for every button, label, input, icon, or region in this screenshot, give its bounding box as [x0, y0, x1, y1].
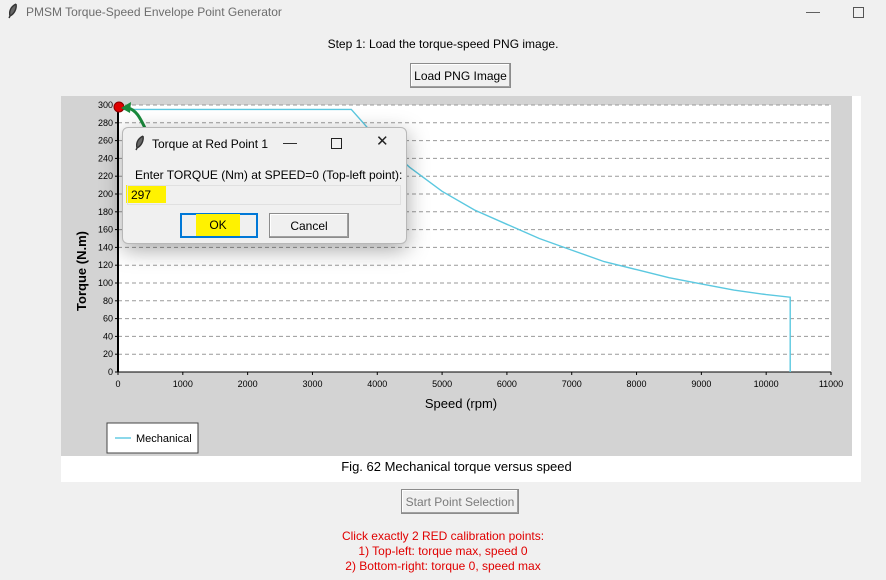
x-tick-label: 5000: [432, 379, 452, 389]
legend: Mechanical: [106, 422, 199, 454]
y-tick-label: 40: [103, 331, 113, 341]
y-tick-label: 200: [98, 189, 113, 199]
x-tick-label: 10000: [754, 379, 779, 389]
x-tick-label: 3000: [302, 379, 322, 389]
legend-label: Mechanical: [136, 433, 192, 445]
dialog-prompt: Enter TORQUE (Nm) at SPEED=0 (Top-left p…: [135, 168, 403, 182]
cancel-button[interactable]: Cancel: [269, 213, 349, 238]
maximize-icon: [852, 7, 864, 18]
torque-dialog: Torque at Red Point 1 — ✕ Enter TORQUE (…: [122, 127, 407, 244]
x-tick-label: 11000: [819, 379, 843, 389]
y-tick-label: 20: [103, 349, 113, 359]
maximize-button[interactable]: [846, 2, 870, 22]
y-tick-label: 120: [98, 260, 113, 270]
x-tick-label: 9000: [691, 379, 711, 389]
feather-icon: [8, 3, 17, 19]
x-axis-label: Speed (rpm): [425, 396, 497, 411]
ok-highlight[interactable]: OK: [196, 214, 240, 236]
instruction-line: 1) Top-left: torque max, speed 0: [358, 544, 528, 558]
y-tick-label: 280: [98, 118, 113, 128]
dialog-close-button[interactable]: ✕: [376, 132, 389, 150]
calibration-instructions: Click exactly 2 RED calibration points: …: [0, 529, 886, 574]
window-title: PMSM Torque-Speed Envelope Point Generat…: [26, 5, 282, 19]
dialog-maximize-button[interactable]: [331, 138, 342, 149]
x-tick-label: 2000: [238, 379, 258, 389]
y-tick-label: 220: [98, 171, 113, 181]
instruction-line: 2) Bottom-right: torque 0, speed max: [345, 559, 541, 573]
x-ticks: 0 1000 2000 3000 4000 5000 6000 7000 8000 9000 100…: [115, 372, 843, 389]
y-tick-label: 180: [98, 207, 113, 217]
y-tick-label: 80: [103, 296, 113, 306]
x-tick-label: 8000: [627, 379, 647, 389]
torque-input[interactable]: [127, 185, 401, 205]
minimize-button[interactable]: —: [801, 2, 825, 22]
calibration-point-marker[interactable]: [113, 101, 125, 113]
x-tick-label: 7000: [562, 379, 582, 389]
instruction-line: Click exactly 2 RED calibration points:: [341, 529, 545, 543]
x-tick-label: 0: [115, 379, 120, 389]
dialog-title: Torque at Red Point 1: [152, 137, 269, 151]
x-tick-label: 1000: [173, 379, 193, 389]
load-png-button[interactable]: Load PNG Image: [410, 63, 511, 88]
y-tick-label: 60: [103, 314, 113, 324]
y-axis-label: Torque (N.m): [74, 231, 89, 311]
y-tick-label: 100: [98, 278, 113, 288]
figure-caption: Fig. 62 Mechanical torque versus speed: [341, 459, 572, 474]
y-tick-label: 0: [108, 367, 113, 377]
y-tick-label: 300: [98, 100, 113, 110]
y-tick-label: 140: [98, 242, 113, 252]
dialog-minimize-button[interactable]: —: [283, 134, 297, 150]
x-tick-label: 4000: [367, 379, 387, 389]
start-point-selection-button[interactable]: Start Point Selection: [401, 489, 519, 514]
step-label: Step 1: Load the torque-speed PNG image.: [327, 37, 559, 51]
y-tick-label: 160: [98, 225, 113, 235]
y-tick-label: 240: [98, 153, 113, 163]
feather-icon: [135, 135, 144, 151]
x-tick-label: 6000: [497, 379, 517, 389]
y-tick-label: 260: [98, 136, 113, 146]
y-ticks: 0 20 40 60 80 100 120 140 160 180 200 220 240 260 280 3…: [98, 100, 118, 377]
